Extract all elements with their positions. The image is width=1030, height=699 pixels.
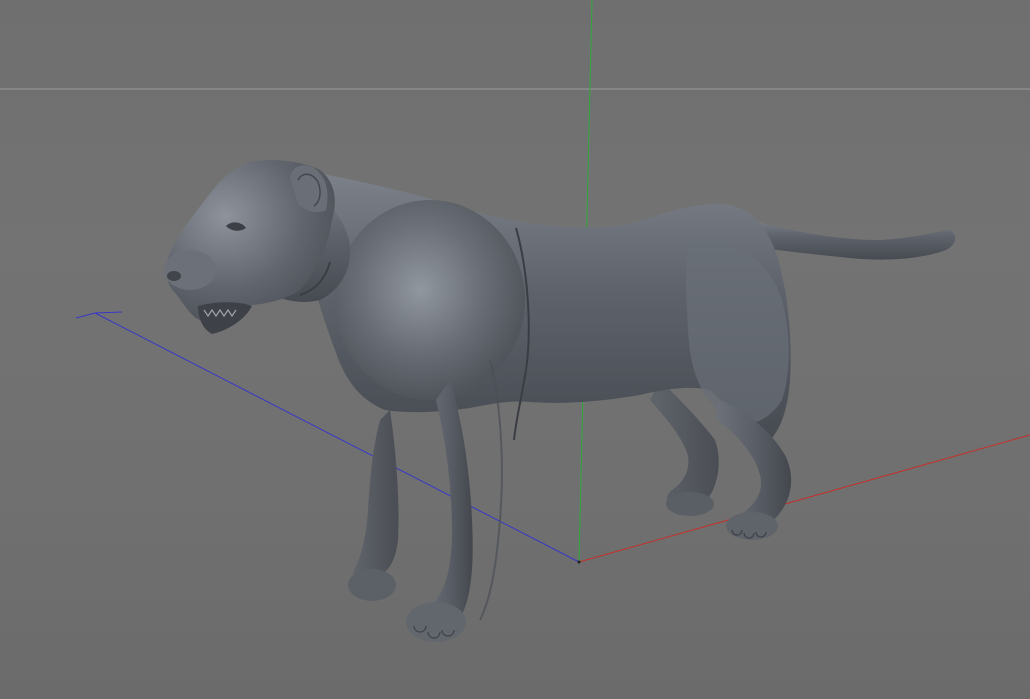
- panther-far-front-paw: [348, 569, 396, 601]
- panther-near-front-paw: [406, 602, 466, 642]
- panther-far-hind-paw: [666, 492, 714, 516]
- viewport-scene[interactable]: [0, 0, 1030, 699]
- panther-near-hind-paw: [726, 512, 778, 540]
- panther-mouth: [198, 302, 252, 334]
- panther-near-front-leg: [421, 380, 473, 630]
- panther-nose-icon: [167, 271, 181, 281]
- x-axis-line: [578, 434, 1030, 563]
- 3d-viewport[interactable]: [0, 0, 1030, 699]
- panther-tail: [745, 218, 956, 260]
- panther-shoulder: [335, 200, 525, 400]
- panther-model[interactable]: [164, 160, 956, 642]
- panther-muzzle: [164, 250, 216, 290]
- panther-far-front-leg: [352, 410, 399, 581]
- origin-point: [577, 560, 581, 564]
